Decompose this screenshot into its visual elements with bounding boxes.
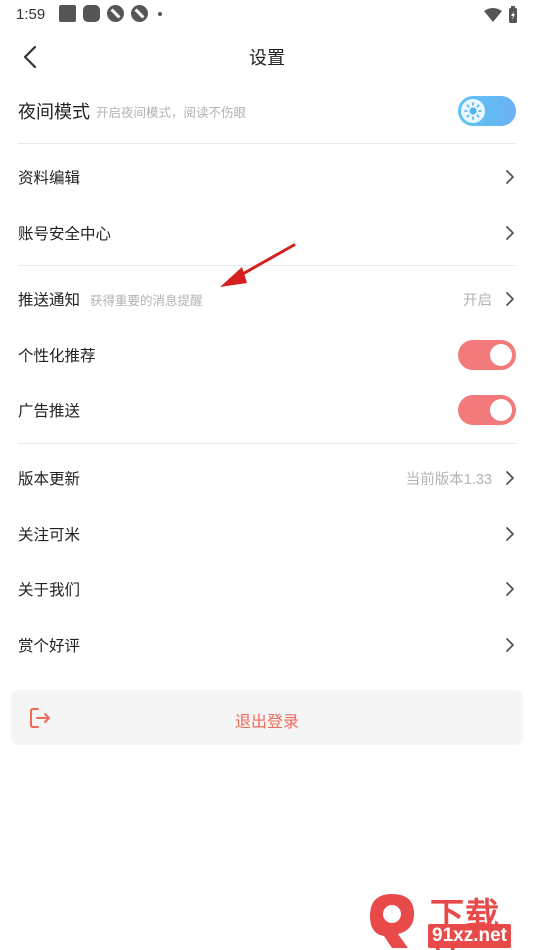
profile-edit-label: 资料编辑 xyxy=(18,170,81,187)
status-bar: 1:59 xyxy=(0,0,534,30)
chevron-right-icon xyxy=(506,527,514,541)
personalized-recommendation-label: 个性化推荐 xyxy=(18,348,96,365)
personalized-recommendation-row: 个性化推荐 xyxy=(18,335,516,375)
app-header: 设置 xyxy=(0,32,534,80)
night-mode-description: 开启夜间模式，阅读不伤眼 xyxy=(96,105,247,120)
watermark-url: 91xz.net xyxy=(428,924,511,948)
about-us-row[interactable]: 关于我们 xyxy=(18,569,516,609)
sun-icon xyxy=(461,99,485,123)
rate-app-row[interactable]: 赏个好评 xyxy=(18,625,516,665)
chevron-right-icon xyxy=(506,582,514,596)
push-notification-label: 推送通知 xyxy=(18,292,81,309)
ad-push-label: 广告推送 xyxy=(18,403,81,420)
watermark: 下载站 91xz.net xyxy=(362,888,534,950)
notification-icons xyxy=(59,5,162,22)
page-title: 设置 xyxy=(249,48,285,68)
security-center-label: 账号安全中心 xyxy=(18,226,112,243)
section-divider xyxy=(18,443,516,444)
chevron-right-icon xyxy=(506,226,514,240)
notification-app-icon xyxy=(131,5,148,22)
more-notifications-dot-icon xyxy=(158,11,162,16)
about-us-label: 关于我们 xyxy=(18,582,81,599)
version-update-label: 版本更新 xyxy=(18,471,81,488)
follow-label: 关注可米 xyxy=(18,527,81,544)
version-update-row[interactable]: 版本更新 当前版本1.33 xyxy=(18,458,516,498)
night-mode-toggle[interactable] xyxy=(458,96,516,126)
chevron-right-icon xyxy=(506,471,514,485)
push-notification-description: 获得重要的消息提醒 xyxy=(90,293,203,308)
toggle-knob xyxy=(490,344,512,366)
watermark-logo-icon xyxy=(370,894,414,948)
current-version-text: 当前版本1.33 xyxy=(405,471,492,488)
notification-app-icon xyxy=(107,5,124,22)
status-time: 1:59 xyxy=(16,6,46,23)
night-mode-label: 夜间模式 xyxy=(18,102,90,122)
annotation-arrow-icon xyxy=(220,243,296,287)
night-mode-row: 夜间模式 开启夜间模式，阅读不伤眼 xyxy=(18,91,516,131)
ad-push-row: 广告推送 xyxy=(18,390,516,430)
personalized-recommendation-toggle[interactable] xyxy=(458,340,516,370)
profile-edit-row[interactable]: 资料编辑 xyxy=(18,157,516,197)
follow-row[interactable]: 关注可米 xyxy=(18,514,516,554)
logout-label: 退出登录 xyxy=(234,714,299,731)
ad-push-toggle[interactable] xyxy=(458,395,516,425)
notification-square-icon xyxy=(59,5,76,22)
push-notification-status: 开启 xyxy=(463,292,492,309)
notification-rounded-icon xyxy=(83,5,100,22)
toggle-knob xyxy=(490,399,512,421)
chevron-right-icon xyxy=(506,170,514,184)
logout-button[interactable]: 退出登录 xyxy=(11,690,523,745)
section-divider xyxy=(18,143,516,144)
chevron-right-icon xyxy=(506,292,514,306)
rate-app-label: 赏个好评 xyxy=(18,638,81,655)
battery-icon xyxy=(509,6,517,23)
chevron-right-icon xyxy=(506,638,514,652)
system-icons xyxy=(484,6,518,23)
wifi-icon xyxy=(484,7,502,22)
